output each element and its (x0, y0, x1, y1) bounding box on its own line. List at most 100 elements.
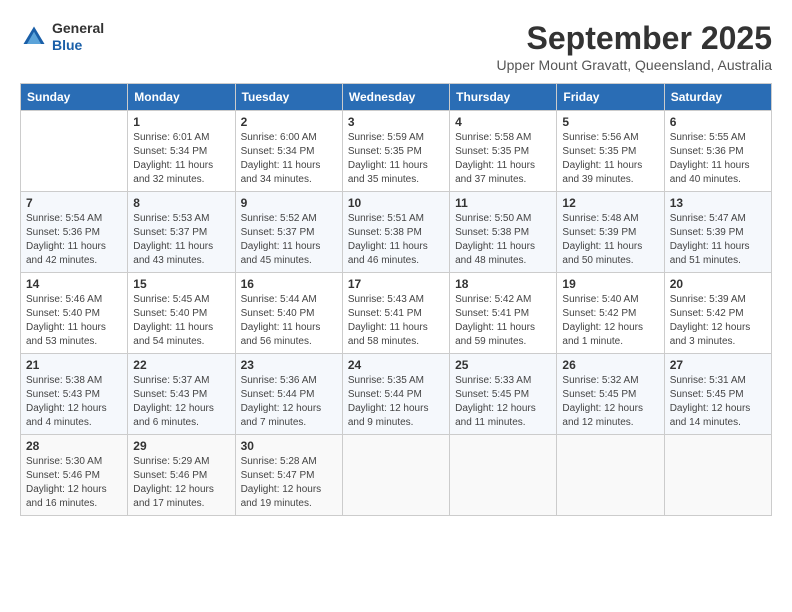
day-number: 27 (670, 358, 766, 372)
calendar-header-row: SundayMondayTuesdayWednesdayThursdayFrid… (21, 84, 772, 111)
calendar-week-row: 1 Sunrise: 6:01 AMSunset: 5:34 PMDaylight… (21, 111, 772, 192)
day-number: 26 (562, 358, 658, 372)
day-info: Sunrise: 5:50 AMSunset: 5:38 PMDaylight:… (455, 212, 551, 268)
day-number: 22 (133, 358, 229, 372)
calendar-cell: 10 Sunrise: 5:51 AMSunset: 5:38 PMDayligh… (342, 192, 449, 273)
calendar-cell: 23 Sunrise: 5:36 AMSunset: 5:44 PMDayligh… (235, 354, 342, 435)
calendar-cell: 25 Sunrise: 5:33 AMSunset: 5:45 PMDayligh… (450, 354, 557, 435)
day-number: 7 (26, 196, 122, 210)
calendar-week-row: 28 Sunrise: 5:30 AMSunset: 5:46 PMDayligh… (21, 435, 772, 516)
day-info: Sunrise: 5:56 AMSunset: 5:35 PMDaylight:… (562, 131, 658, 187)
day-info: Sunrise: 5:45 AMSunset: 5:40 PMDaylight:… (133, 293, 229, 349)
calendar-cell (557, 435, 664, 516)
day-info: Sunrise: 5:33 AMSunset: 5:45 PMDaylight:… (455, 374, 551, 430)
day-number: 21 (26, 358, 122, 372)
calendar-cell: 11 Sunrise: 5:50 AMSunset: 5:38 PMDayligh… (450, 192, 557, 273)
day-info: Sunrise: 5:30 AMSunset: 5:46 PMDaylight:… (26, 455, 122, 511)
day-number: 12 (562, 196, 658, 210)
calendar-cell: 15Sunrise: 5:45 AMSunset: 5:40 PMDayligh… (128, 273, 235, 354)
calendar-cell: 3 Sunrise: 5:59 AMSunset: 5:35 PMDaylight… (342, 111, 449, 192)
day-info: Sunrise: 5:48 AMSunset: 5:39 PMDaylight:… (562, 212, 658, 268)
calendar-cell: 22 Sunrise: 5:37 AMSunset: 5:43 PMDayligh… (128, 354, 235, 435)
day-info: Sunrise: 5:47 AMSunset: 5:39 PMDaylight:… (670, 212, 766, 268)
calendar-cell (664, 435, 771, 516)
calendar-cell: 29 Sunrise: 5:29 AMSunset: 5:46 PMDayligh… (128, 435, 235, 516)
day-info: Sunrise: 5:55 AMSunset: 5:36 PMDaylight:… (670, 131, 766, 187)
logo-icon (20, 23, 48, 51)
day-number: 9 (241, 196, 337, 210)
day-info: Sunrise: 5:29 AMSunset: 5:46 PMDaylight:… (133, 455, 229, 511)
calendar-table: SundayMondayTuesdayWednesdayThursdayFrid… (20, 83, 772, 516)
day-number: 10 (348, 196, 444, 210)
day-number: 20 (670, 277, 766, 291)
day-info: Sunrise: 5:44 AMSunset: 5:40 PMDaylight:… (241, 293, 337, 349)
calendar-week-row: 7 Sunrise: 5:54 AMSunset: 5:36 PMDaylight… (21, 192, 772, 273)
day-number: 6 (670, 115, 766, 129)
weekday-header-monday: Monday (128, 84, 235, 111)
title-block: September 2025 Upper Mount Gravatt, Quee… (497, 20, 772, 73)
calendar-cell: 9 Sunrise: 5:52 AMSunset: 5:37 PMDaylight… (235, 192, 342, 273)
day-number: 1 (133, 115, 229, 129)
calendar-cell: 19Sunrise: 5:40 AMSunset: 5:42 PMDayligh… (557, 273, 664, 354)
calendar-cell: 12 Sunrise: 5:48 AMSunset: 5:39 PMDayligh… (557, 192, 664, 273)
day-info: Sunrise: 5:51 AMSunset: 5:38 PMDaylight:… (348, 212, 444, 268)
day-number: 13 (670, 196, 766, 210)
day-info: Sunrise: 5:52 AMSunset: 5:37 PMDaylight:… (241, 212, 337, 268)
calendar-cell (21, 111, 128, 192)
day-number: 14 (26, 277, 122, 291)
day-number: 17 (348, 277, 444, 291)
day-info: Sunrise: 5:54 AMSunset: 5:36 PMDaylight:… (26, 212, 122, 268)
day-info: Sunrise: 5:39 AMSunset: 5:42 PMDaylight:… (670, 293, 766, 349)
day-number: 28 (26, 439, 122, 453)
day-info: Sunrise: 5:31 AMSunset: 5:45 PMDaylight:… (670, 374, 766, 430)
logo: General Blue (20, 20, 104, 54)
weekday-header-sunday: Sunday (21, 84, 128, 111)
day-info: Sunrise: 6:00 AMSunset: 5:34 PMDaylight:… (241, 131, 337, 187)
weekday-header-friday: Friday (557, 84, 664, 111)
day-number: 4 (455, 115, 551, 129)
day-number: 29 (133, 439, 229, 453)
day-number: 25 (455, 358, 551, 372)
day-info: Sunrise: 5:32 AMSunset: 5:45 PMDaylight:… (562, 374, 658, 430)
day-number: 23 (241, 358, 337, 372)
calendar-cell: 26 Sunrise: 5:32 AMSunset: 5:45 PMDayligh… (557, 354, 664, 435)
page-header: General Blue September 2025 Upper Mount … (20, 20, 772, 73)
calendar-cell: 1 Sunrise: 6:01 AMSunset: 5:34 PMDaylight… (128, 111, 235, 192)
day-number: 18 (455, 277, 551, 291)
day-number: 2 (241, 115, 337, 129)
day-info: Sunrise: 5:28 AMSunset: 5:47 PMDaylight:… (241, 455, 337, 511)
calendar-cell: 14 Sunrise: 5:46 AMSunset: 5:40 PMDayligh… (21, 273, 128, 354)
calendar-week-row: 14 Sunrise: 5:46 AMSunset: 5:40 PMDayligh… (21, 273, 772, 354)
logo-text: General Blue (52, 20, 104, 54)
calendar-cell: 5 Sunrise: 5:56 AMSunset: 5:35 PMDaylight… (557, 111, 664, 192)
calendar-cell (342, 435, 449, 516)
day-number: 11 (455, 196, 551, 210)
day-info: Sunrise: 5:43 AMSunset: 5:41 PMDaylight:… (348, 293, 444, 349)
day-info: Sunrise: 5:37 AMSunset: 5:43 PMDaylight:… (133, 374, 229, 430)
day-info: Sunrise: 5:42 AMSunset: 5:41 PMDaylight:… (455, 293, 551, 349)
day-number: 30 (241, 439, 337, 453)
day-info: Sunrise: 5:58 AMSunset: 5:35 PMDaylight:… (455, 131, 551, 187)
calendar-cell: 13 Sunrise: 5:47 AMSunset: 5:39 PMDayligh… (664, 192, 771, 273)
calendar-cell: 8Sunrise: 5:53 AMSunset: 5:37 PMDaylight… (128, 192, 235, 273)
day-number: 16 (241, 277, 337, 291)
calendar-cell: 21Sunrise: 5:38 AMSunset: 5:43 PMDayligh… (21, 354, 128, 435)
day-number: 3 (348, 115, 444, 129)
calendar-cell: 24Sunrise: 5:35 AMSunset: 5:44 PMDayligh… (342, 354, 449, 435)
day-info: Sunrise: 5:59 AMSunset: 5:35 PMDaylight:… (348, 131, 444, 187)
day-number: 5 (562, 115, 658, 129)
day-info: Sunrise: 5:46 AMSunset: 5:40 PMDaylight:… (26, 293, 122, 349)
calendar-cell: 27 Sunrise: 5:31 AMSunset: 5:45 PMDayligh… (664, 354, 771, 435)
calendar-cell: 30 Sunrise: 5:28 AMSunset: 5:47 PMDayligh… (235, 435, 342, 516)
day-number: 19 (562, 277, 658, 291)
calendar-cell: 17 Sunrise: 5:43 AMSunset: 5:41 PMDayligh… (342, 273, 449, 354)
calendar-cell: 20 Sunrise: 5:39 AMSunset: 5:42 PMDayligh… (664, 273, 771, 354)
calendar-week-row: 21Sunrise: 5:38 AMSunset: 5:43 PMDayligh… (21, 354, 772, 435)
calendar-cell: 6 Sunrise: 5:55 AMSunset: 5:36 PMDaylight… (664, 111, 771, 192)
day-info: Sunrise: 6:01 AMSunset: 5:34 PMDaylight:… (133, 131, 229, 187)
day-info: Sunrise: 5:36 AMSunset: 5:44 PMDaylight:… (241, 374, 337, 430)
calendar-cell: 2 Sunrise: 6:00 AMSunset: 5:34 PMDaylight… (235, 111, 342, 192)
calendar-cell: 7 Sunrise: 5:54 AMSunset: 5:36 PMDaylight… (21, 192, 128, 273)
month-title: September 2025 (497, 20, 772, 57)
calendar-cell: 18 Sunrise: 5:42 AMSunset: 5:41 PMDayligh… (450, 273, 557, 354)
